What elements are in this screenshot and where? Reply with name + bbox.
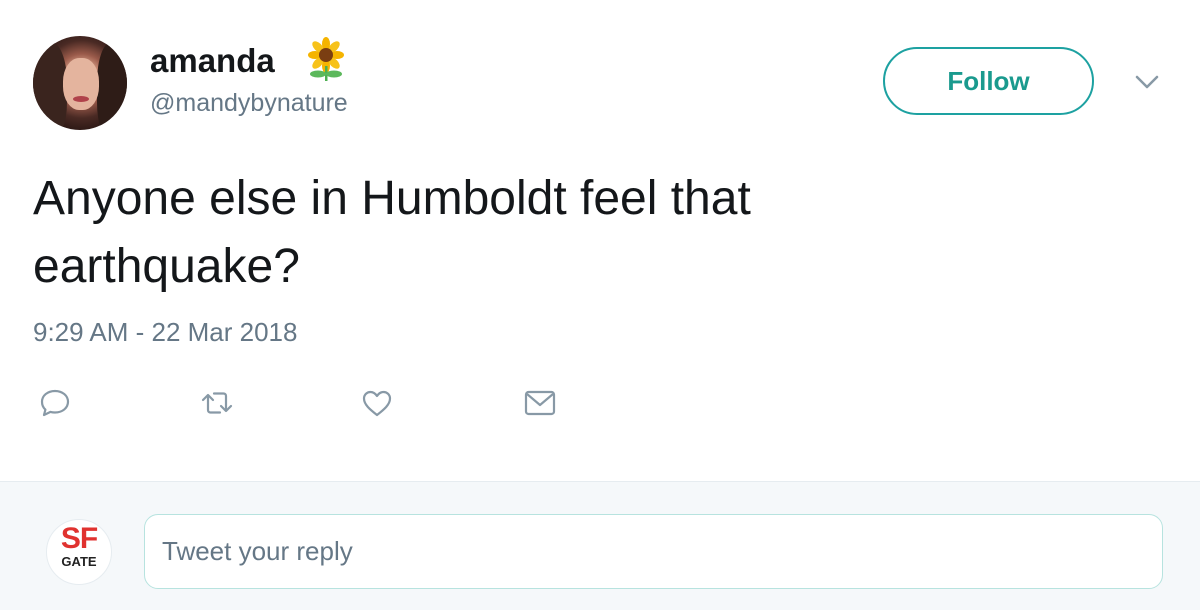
retweet-icon [201,392,233,414]
tweet-card: amanda @mandybynature Follow Anyone else… [0,0,1200,482]
tweet-timestamp[interactable]: 9:29 AM - 22 Mar 2018 [33,317,297,348]
reply-icon [40,389,70,417]
sunflower-icon [308,37,344,81]
follow-button[interactable]: Follow [883,47,1094,115]
display-name[interactable]: amanda [150,42,275,80]
direct-message-button[interactable] [523,386,557,420]
tweet-text-line: earthquake? [33,240,300,293]
tweet-text: Anyone else in Humboldt feel that earthq… [33,165,933,301]
like-icon [362,390,392,417]
reply-input[interactable] [144,514,1163,589]
sfgate-logo-text: SF [60,522,98,555]
like-button[interactable] [360,386,394,420]
sfgate-logo-subtext: GATE [61,554,97,569]
direct-message-icon [524,390,556,416]
sfgate-avatar: SF GATE [46,519,112,585]
reply-button[interactable] [38,386,72,420]
user-handle[interactable]: @mandybynature [150,89,348,118]
tweet-text-line: Anyone else in Humboldt feel that [33,172,751,225]
user-avatar[interactable] [33,36,127,130]
retweet-button[interactable] [200,386,234,420]
chevron-down-icon[interactable] [1133,72,1161,92]
